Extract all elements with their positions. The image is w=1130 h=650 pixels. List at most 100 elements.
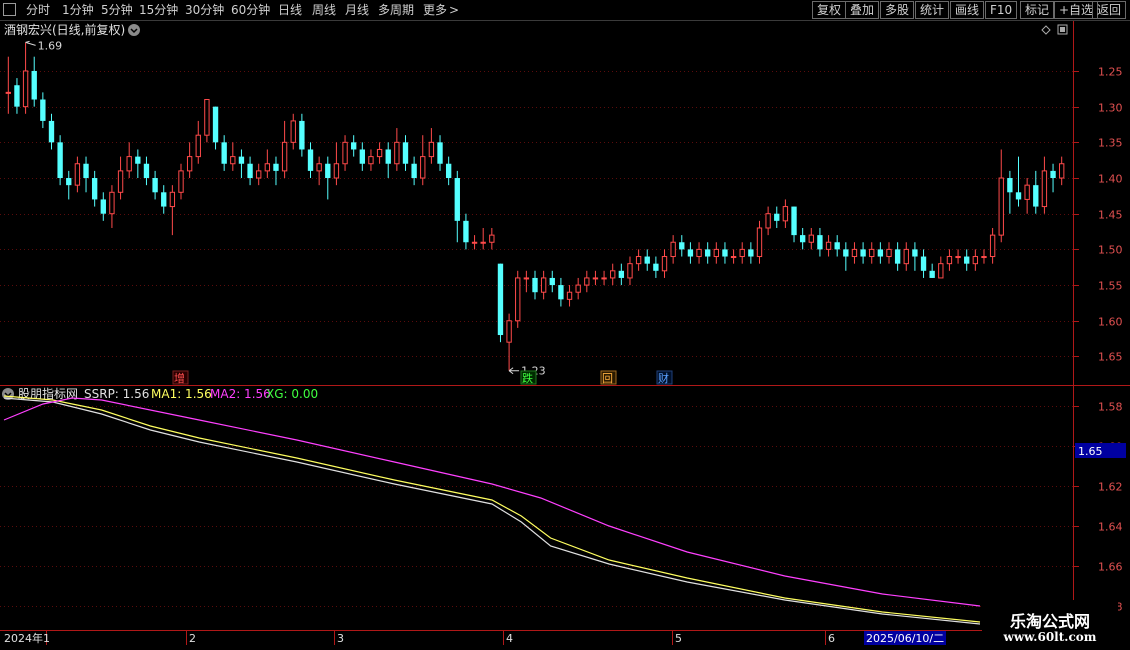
candle-body <box>739 248 745 258</box>
candle-body <box>299 120 305 150</box>
candle-body <box>515 277 521 322</box>
candle-body <box>273 163 279 171</box>
watermark: 乐淘公式网 www.60lt.com <box>982 600 1118 648</box>
y-tick-label: 1.55 <box>1098 280 1123 293</box>
chart-canvas[interactable]: 1.65 1.60 1.55 1.50 1.45 1.40 1.35 1.30 1.25 酒钢宏… <box>0 0 1130 650</box>
candle-body <box>143 163 150 179</box>
candle-body <box>817 235 823 250</box>
event-marker-drop[interactable]: 跌 <box>520 370 537 385</box>
candle-body <box>644 256 650 264</box>
ma1-readout: MA1: 1.56 <box>151 387 212 401</box>
candle-body <box>411 163 417 179</box>
candle-body <box>463 220 469 243</box>
candle <box>57 135 63 186</box>
candle-body <box>66 178 72 186</box>
y-tick-label: 1.35 <box>1098 137 1123 150</box>
candle-body <box>83 163 89 179</box>
candle-body <box>186 156 193 172</box>
candle-body <box>765 213 771 229</box>
candle-body <box>91 178 98 200</box>
candle-body <box>566 291 573 300</box>
candle-body <box>696 248 702 258</box>
x-axis-label: 2 <box>189 632 196 645</box>
y-tick-label: 1.25 <box>1098 66 1123 79</box>
candle-body <box>506 320 512 343</box>
candle-body <box>635 256 642 265</box>
candle-body <box>894 249 901 264</box>
candle-body <box>420 156 426 179</box>
candle-body <box>964 256 970 264</box>
indicator-current-value-box: 1.65 <box>1075 443 1126 458</box>
candle-body <box>584 277 590 286</box>
candle-body <box>359 149 365 164</box>
candle-body <box>14 85 20 107</box>
candle-body <box>886 248 892 258</box>
candle-body <box>307 149 314 171</box>
candle-body <box>161 192 167 207</box>
candle-body <box>281 141 288 172</box>
candle-body <box>1050 170 1056 179</box>
x-axis-label: 3 <box>337 632 344 645</box>
candle-body <box>774 213 780 221</box>
candle-body <box>558 285 564 300</box>
candle-body <box>247 163 253 179</box>
candle-body <box>549 277 555 286</box>
y-tick-label: 1.40 <box>1098 173 1123 186</box>
candle-body <box>825 241 832 250</box>
candle-body <box>48 120 55 143</box>
cursor-date-box: 2025/06/10/二 <box>864 631 946 645</box>
candle-body <box>368 156 374 165</box>
event-marker-finance[interactable]: 财 <box>656 370 673 385</box>
candle-body <box>877 249 884 257</box>
chevron-down-icon[interactable] <box>128 24 140 36</box>
candle-body <box>1015 192 1022 200</box>
candle-body <box>169 191 176 208</box>
main-chart-title: 酒钢宏兴(日线,前复权) <box>4 22 125 37</box>
candle-body <box>230 156 236 165</box>
candle-body <box>610 270 616 279</box>
ma2-readout: MA2: 1.56 <box>210 387 271 401</box>
event-marker-return[interactable]: 回 <box>600 370 617 385</box>
y-tick-label: 1.30 <box>1098 102 1123 115</box>
candle-body <box>998 177 1004 236</box>
candle-body <box>808 234 814 243</box>
candle-body <box>351 142 357 150</box>
candle-body <box>782 206 789 222</box>
candle-body <box>290 120 296 143</box>
candle-body <box>22 70 29 108</box>
candle-body <box>212 106 219 143</box>
candle-body <box>204 99 210 136</box>
y-tick-label: 1.62 <box>1098 481 1123 494</box>
candle-body <box>1033 185 1039 207</box>
candle-body <box>981 256 987 259</box>
watermark-title: 乐淘公式网 <box>1009 612 1090 631</box>
y-tick-label: 1.64 <box>1098 521 1123 534</box>
candle-body <box>238 156 245 164</box>
candle-body <box>117 170 124 193</box>
candle-body <box>523 277 530 280</box>
candle-body <box>851 248 858 258</box>
candle-body <box>791 206 797 236</box>
candle-body <box>428 141 435 158</box>
event-marker-label: 财 <box>658 371 669 385</box>
candle-body <box>394 141 400 165</box>
candle-body <box>316 163 322 172</box>
candle-body <box>126 156 132 172</box>
candle-body <box>109 191 115 215</box>
candle-body <box>497 263 504 336</box>
candle-body <box>402 142 409 164</box>
event-marker-label: 增 <box>174 371 185 385</box>
candle-body <box>437 142 443 164</box>
candle-body <box>869 248 875 258</box>
candle-body <box>342 141 348 165</box>
candle-body <box>100 199 106 214</box>
candle-body <box>687 249 694 257</box>
candle-body <box>929 270 935 278</box>
event-marker-add[interactable]: 增 <box>172 370 189 385</box>
candle-body <box>601 277 607 280</box>
candle-body <box>575 284 581 293</box>
candle-body <box>532 277 538 293</box>
indicator-current-value: 1.65 <box>1078 445 1103 458</box>
candle-body <box>31 70 37 100</box>
cursor-date: 2025/06/10/二 <box>866 632 944 645</box>
